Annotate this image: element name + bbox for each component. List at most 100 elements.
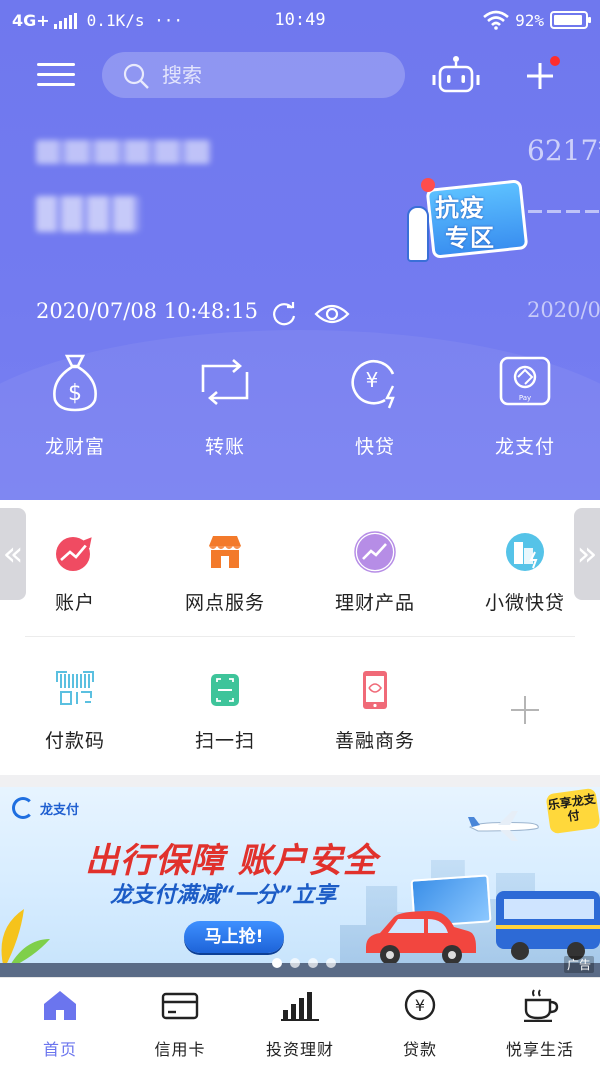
quick-item-wealth[interactable]: $ 龙财富 (10, 350, 140, 459)
account-balance-blurred[interactable] (36, 196, 140, 232)
tab-loan[interactable]: ¥ 贷款 (360, 988, 480, 1060)
car-icon (366, 911, 476, 965)
carousel-dots (272, 958, 336, 968)
transfer-icon (201, 359, 249, 405)
ecommerce-icon (363, 671, 387, 709)
banner-badge: 乐享龙支付 (545, 787, 600, 835)
carousel-dot[interactable] (308, 958, 318, 968)
epidemic-zone-promo[interactable]: 抗疫 专区 (405, 172, 533, 268)
tab-life[interactable]: 悦享生活 (480, 988, 600, 1060)
pay-icon: Pay (499, 356, 551, 406)
quick-item-transfer[interactable]: 转账 (160, 350, 290, 459)
battery-fill (554, 15, 582, 25)
account-header: 4G+ 0.1K/s ··· 10:49 92% 搜索 6217 抗疫 专区 2… (0, 0, 600, 500)
tab-invest[interactable]: 投资理财 (240, 988, 360, 1060)
tab-label: 首页 (42, 1040, 77, 1059)
quick-label: 转账 (204, 436, 245, 458)
tab-home[interactable]: 首页 (0, 988, 120, 1060)
credit-card-icon (161, 992, 199, 1020)
scan-icon (211, 674, 239, 706)
banner-brand: 龙支付 (12, 797, 79, 819)
ccb-logo-icon (12, 797, 34, 819)
add-button[interactable] (522, 56, 560, 94)
services-panel: « » 账户 网点服务 理财产品 小微快贷 付款码 扫一扫 善融商务 (0, 500, 600, 775)
status-bar: 4G+ 0.1K/s ··· 10:49 92% (0, 0, 600, 40)
service-label: 善融商务 (334, 730, 415, 752)
account-name-blurred (36, 140, 211, 164)
battery-percent: 92% (515, 10, 544, 30)
service-sme-loan[interactable]: 小微快贷 (450, 530, 600, 615)
service-account[interactable]: 账户 (0, 530, 150, 615)
quick-loan-icon: ¥ (351, 360, 395, 409)
quick-item-pay[interactable]: Pay 龙支付 (460, 350, 590, 459)
branch-icon (209, 536, 241, 568)
svg-text:Pay: Pay (519, 394, 531, 402)
menu-icon[interactable] (37, 60, 77, 88)
quick-label: 快贷 (354, 436, 395, 458)
eye-icon[interactable] (314, 302, 350, 326)
svg-text:$: $ (68, 381, 82, 406)
service-finance[interactable]: 理财产品 (300, 530, 450, 615)
bottom-tab-bar: 首页 信用卡 投资理财 ¥ 贷款 悦享生活 (0, 977, 600, 1066)
quick-label: 龙支付 (494, 436, 555, 458)
update-timestamp: 2020/07/08 10:48:15 (36, 299, 259, 323)
top-nav (0, 50, 600, 100)
search-icon (123, 63, 149, 89)
promo-line2: 专区 (445, 224, 495, 252)
chart-bars-icon (281, 992, 319, 1021)
ad-label: 广告 (563, 956, 594, 973)
service-scan[interactable]: 扫一扫 (150, 668, 300, 753)
coffee-cup-icon (524, 989, 559, 1022)
tab-credit-card[interactable]: 信用卡 (120, 988, 240, 1060)
carousel-dot[interactable] (326, 958, 336, 968)
service-label: 网点服务 (184, 592, 265, 614)
sme-loan-icon (506, 533, 544, 571)
carousel-dot[interactable] (272, 958, 282, 968)
banner-cta-button[interactable]: 马上抢! (184, 921, 284, 953)
banner-subline: 龙支付满减“一分”立享 (110, 883, 337, 908)
service-label: 账户 (54, 592, 95, 614)
app-screen: 4G+ 0.1K/s ··· 10:49 92% 搜索 6217 抗疫 专区 2… (0, 0, 600, 1066)
doctor-figure (407, 206, 429, 262)
service-payment-code[interactable]: 付款码 (0, 668, 150, 753)
service-label: 小微快贷 (484, 592, 565, 614)
medical-cross-icon (421, 178, 435, 192)
status-right: 92% (483, 10, 591, 30)
service-label: 扫一扫 (194, 730, 255, 752)
service-label: 付款码 (44, 730, 105, 752)
banner-headline: 出行保障 账户安全 (85, 841, 378, 881)
money-bag-icon: $ (53, 354, 97, 412)
refresh-icon[interactable] (270, 300, 298, 328)
search-bar[interactable] (102, 52, 405, 98)
account-icon (56, 537, 92, 571)
quick-item-quick-loan[interactable]: ¥ 快贷 (310, 350, 440, 459)
card-balance-masked (528, 210, 600, 213)
battery-icon (550, 11, 591, 29)
search-input[interactable] (162, 60, 382, 90)
add-service-icon[interactable] (505, 690, 545, 730)
service-label: 理财产品 (334, 592, 415, 614)
banner-brand-label: 龙支付 (40, 802, 80, 818)
tab-label: 悦享生活 (505, 1040, 574, 1059)
robot-icon[interactable] (428, 55, 484, 95)
service-branch[interactable]: 网点服务 (150, 530, 300, 615)
promo-banner[interactable]: 龙支付 出行保障 账户安全 龙支付满减“一分”立享 马上抢! 乐享龙支付 广告 (0, 787, 600, 977)
card-date: 2020/0 (527, 298, 600, 322)
service-ecommerce[interactable]: 善融商务 (300, 668, 450, 753)
card-number: 6217* (527, 134, 600, 167)
notification-dot (550, 56, 560, 66)
quick-label: 龙财富 (44, 436, 105, 458)
wifi-icon (483, 10, 509, 30)
tab-label: 投资理财 (265, 1040, 334, 1059)
services-divider (25, 636, 575, 637)
carousel-dot[interactable] (290, 958, 300, 968)
airplane-icon (468, 811, 539, 841)
payment-code-icon (56, 671, 94, 705)
tab-label: 信用卡 (154, 1040, 206, 1059)
plant-decoration (1, 909, 50, 969)
svg-text:¥: ¥ (366, 368, 379, 392)
tab-label: 贷款 (402, 1040, 437, 1059)
bus-icon (496, 891, 600, 960)
quick-actions: $ 龙财富 转账 ¥ 快贷 Pay 龙支付 (0, 350, 600, 470)
svg-text:¥: ¥ (415, 996, 425, 1015)
